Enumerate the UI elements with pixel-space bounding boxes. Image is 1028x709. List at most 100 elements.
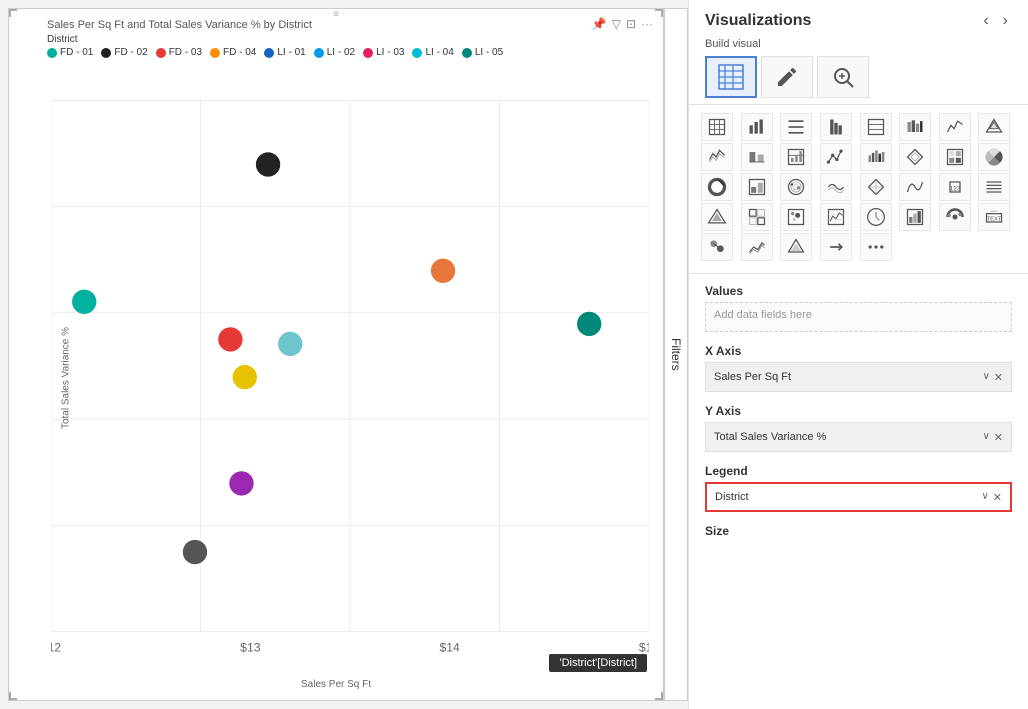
x-axis-label: Sales Per Sq Ft (301, 679, 371, 690)
smart-narrative-icon[interactable] (701, 233, 733, 261)
legend-item: LI - 01 (264, 47, 305, 58)
more-icon[interactable]: ··· (641, 17, 653, 31)
decomp-tree-icon[interactable] (701, 203, 733, 231)
y-axis-section: Y Axis Total Sales Variance % ∨ ✕ (689, 398, 1028, 458)
combo-chart-icon[interactable] (741, 143, 773, 171)
ribbon-icon[interactable] (741, 233, 773, 261)
kpi-icon[interactable]: 123 (939, 173, 971, 201)
chart-panel: ≡ 📌 ▽ ⊡ ··· Sales Per Sq Ft and Total Sa… (8, 8, 664, 701)
legend-item: FD - 04 (210, 47, 256, 58)
bar-chart-icon[interactable] (741, 113, 773, 141)
chart-table-icon[interactable] (780, 143, 812, 171)
multi-row-card-icon[interactable] (978, 173, 1010, 201)
donut-chart-icon[interactable] (701, 173, 733, 201)
values-placeholder-text: Add data fields here (714, 309, 812, 321)
viz-panel: Visualizations ‹ › Build visual 123 TEXT (688, 0, 1028, 709)
svg-text:123: 123 (949, 185, 960, 192)
matrix-icon[interactable] (741, 203, 773, 231)
data-point-fd02[interactable] (256, 152, 280, 176)
x-axis-chevron[interactable]: ∨ (982, 371, 989, 384)
y-axis-value-box[interactable]: Total Sales Variance % ∨ ✕ (705, 422, 1012, 452)
filters-tab[interactable]: Filters (664, 8, 688, 701)
corner-tr (655, 9, 663, 17)
area-chart-icon[interactable] (978, 113, 1010, 141)
legend-item-label: FD - 03 (169, 47, 202, 58)
multi-line-icon[interactable] (701, 143, 733, 171)
data-point-fd03[interactable] (218, 327, 242, 351)
legend-dot (210, 48, 220, 58)
waterfall-icon[interactable] (741, 173, 773, 201)
column-stacked-icon[interactable] (899, 203, 931, 231)
scatter-plot-icon[interactable] (780, 173, 812, 201)
legend-title: District (47, 34, 78, 45)
table-matrix-icon[interactable] (701, 113, 733, 141)
expand-icon[interactable]: ⊡ (626, 17, 636, 31)
funnel-icon[interactable] (899, 143, 931, 171)
data-point-fd04[interactable] (233, 365, 257, 389)
legend-item: FD - 02 (101, 47, 147, 58)
x-axis-value-text: Sales Per Sq Ft (714, 371, 791, 383)
line-clustered-icon[interactable] (820, 203, 852, 231)
map-icon[interactable] (860, 173, 892, 201)
bubble-chart-icon[interactable] (780, 203, 812, 231)
legend-value-box[interactable]: District ∨ ✕ (705, 482, 1012, 512)
legend-chevron[interactable]: ∨ (981, 491, 988, 504)
legend-remove[interactable]: ✕ (993, 491, 1002, 504)
viz-nav-left[interactable]: ‹ (979, 12, 992, 30)
treemap-icon[interactable] (939, 143, 971, 171)
x-axis-value-box[interactable]: Sales Per Sq Ft ∨ ✕ (705, 362, 1012, 392)
scatter-plot: 0% -2% -4% -6% -8% -10% $12 $13 $14 $15 (51, 62, 649, 670)
legend-dot (156, 48, 166, 58)
column-chart-icon[interactable] (820, 113, 852, 141)
chart-toolbar: 📌 ▽ ⊡ ··· (592, 17, 653, 31)
viz-type-table[interactable] (705, 56, 757, 98)
data-point-li05[interactable] (577, 312, 601, 336)
viz-type-format[interactable] (761, 56, 813, 98)
stacked-bar-icon[interactable] (899, 113, 931, 141)
ribbon-chart-icon[interactable] (820, 173, 852, 201)
legend-item: LI - 05 (462, 47, 503, 58)
filled-map-icon[interactable] (780, 233, 812, 261)
y-axis-label: Total Sales Variance % (61, 327, 72, 429)
build-visual-label: Build visual (689, 36, 1028, 56)
legend-dot (47, 48, 57, 58)
line-chart-icon[interactable] (939, 113, 971, 141)
dotted-line-icon[interactable] (820, 143, 852, 171)
key-influencer-icon[interactable] (939, 203, 971, 231)
x-axis-label: X Axis (705, 344, 1012, 358)
chart-legend: District (15, 34, 657, 45)
data-point-li04[interactable] (183, 540, 207, 564)
histogram-icon[interactable] (860, 143, 892, 171)
x-axis-remove[interactable]: ✕ (994, 371, 1003, 384)
viz-icons-grid: 123 TEXT (689, 109, 1028, 269)
legend-item: LI - 02 (314, 47, 355, 58)
more-icon2[interactable] (860, 233, 892, 261)
filter-icon[interactable]: ▽ (612, 17, 621, 31)
viz-header: Visualizations ‹ › (689, 0, 1028, 36)
viz-type-top-row (689, 56, 1028, 104)
y-axis-label: Y Axis (705, 404, 1012, 418)
legend-value-text: District (715, 491, 749, 503)
values-placeholder-box[interactable]: Add data fields here (705, 302, 1012, 332)
data-point-li03[interactable] (229, 471, 253, 495)
horizontal-bar-icon[interactable] (780, 113, 812, 141)
table-icon2[interactable] (860, 113, 892, 141)
more-visuals-icon[interactable] (820, 233, 852, 261)
viz-type-analytics[interactable] (817, 56, 869, 98)
pin-icon[interactable]: 📌 (592, 17, 607, 31)
filters-label: Filters (669, 338, 683, 371)
data-point-li01[interactable] (431, 259, 455, 283)
text-box-icon[interactable]: TEXT (978, 203, 1010, 231)
y-axis-remove[interactable]: ✕ (994, 431, 1003, 444)
chart-body: Total Sales Variance % 0% -2% -4% (15, 62, 657, 694)
data-point-fd01[interactable] (72, 290, 96, 314)
values-label: Values (705, 284, 1012, 298)
pie-chart-icon[interactable] (978, 143, 1010, 171)
viz-nav-right[interactable]: › (999, 12, 1012, 30)
y-axis-chevron[interactable]: ∨ (982, 431, 989, 444)
data-point-li02[interactable] (278, 332, 302, 356)
gauge-icon[interactable] (860, 203, 892, 231)
legend-item-label: LI - 02 (327, 47, 355, 58)
arrow-chart-icon[interactable] (899, 173, 931, 201)
legend-dot (462, 48, 472, 58)
